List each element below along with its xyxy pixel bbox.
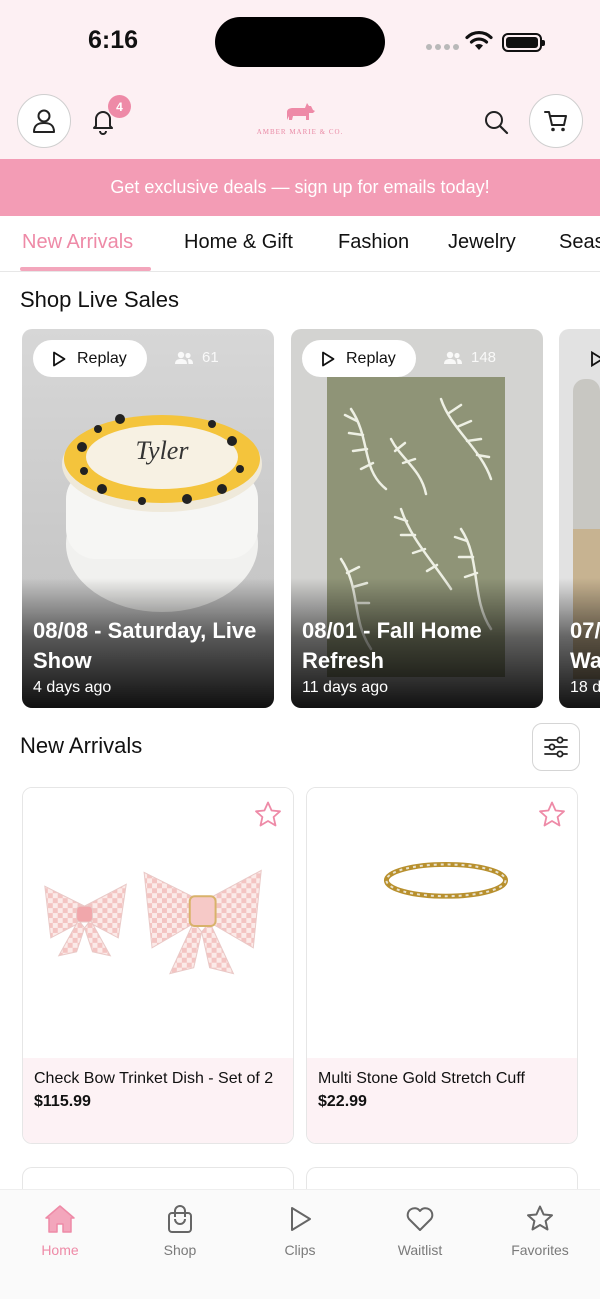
nav-label: Favorites (511, 1242, 569, 1258)
nav-label: Waitlist (397, 1242, 443, 1258)
scottie-dog-icon (287, 103, 315, 120)
play-icon (591, 351, 600, 367)
favorite-star-icon[interactable] (253, 800, 283, 830)
live-sale-card[interactable]: Tyler Replay 61 08/08 - Saturday, Live S… (22, 329, 274, 708)
svg-text:Tyler: Tyler (136, 436, 190, 465)
live-sale-card[interactable]: 07/Wa 18 d (559, 329, 600, 708)
home-icon (45, 1205, 75, 1233)
viewer-count: 61 (174, 349, 219, 366)
nav-home[interactable]: Home (0, 1204, 120, 1258)
product-name: Multi Stone Gold Stretch Cuff (318, 1070, 525, 1087)
cellular-signal-icon (426, 44, 459, 50)
active-tab-indicator (20, 267, 151, 271)
product-card[interactable]: Multi Stone Gold Stretch Cuff $22.99 (306, 787, 578, 1144)
promo-text: Get exclusive deals — sign up for emails… (110, 177, 490, 197)
logo-text: AMBER MARIE & CO. (256, 128, 344, 136)
tab-fashion[interactable]: Fashion (338, 231, 409, 254)
product-name: Check Bow Trinket Dish - Set of 2 (34, 1070, 274, 1087)
viewer-count: 148 (443, 349, 496, 366)
tab-seasonal[interactable]: Seas (559, 231, 600, 254)
replay-label: Replay (77, 349, 127, 367)
cart-icon (544, 111, 567, 132)
viewer-count-text: 148 (471, 349, 497, 366)
tab-jewelry[interactable]: Jewelry (448, 231, 516, 254)
nav-clips[interactable]: Clips (240, 1204, 360, 1258)
bottom-tab-bar: Home Shop Clips Waitlist Favorites (0, 1189, 600, 1299)
product-price: $22.99 (318, 1093, 367, 1110)
nav-favorites[interactable]: Favorites (480, 1204, 600, 1258)
live-sales-heading: Shop Live Sales (20, 287, 179, 312)
tab-new-arrivals[interactable]: New Arrivals (22, 231, 133, 254)
live-sale-card[interactable]: Replay 148 08/01 - Fall Home Refresh 11 … (291, 329, 543, 708)
status-bar: 6:16 (0, 0, 600, 88)
product-card[interactable]: Check Bow Trinket Dish - Set of 2 $115.9… (22, 787, 294, 1144)
search-icon[interactable] (482, 108, 510, 136)
nav-label: Home (41, 1242, 79, 1258)
favorite-star-icon[interactable] (537, 800, 567, 830)
nav-shop[interactable]: Shop (120, 1204, 240, 1258)
play-icon (53, 351, 66, 366)
play-icon (322, 351, 335, 366)
play-icon (291, 1207, 311, 1231)
live-sale-title: 08/08 - Saturday, Live Show (33, 618, 257, 673)
product-info: Multi Stone Gold Stretch Cuff $22.99 (307, 1058, 577, 1143)
people-icon (444, 351, 462, 364)
wifi-icon (465, 30, 493, 50)
sliders-icon (544, 736, 568, 758)
dynamic-island (215, 17, 385, 67)
cart-button[interactable] (529, 94, 583, 148)
nav-label: Clips (284, 1242, 316, 1258)
replay-button[interactable]: Replay (302, 340, 416, 377)
new-arrivals-heading: New Arrivals (20, 733, 143, 758)
live-sale-date: 11 days ago (302, 679, 388, 696)
brand-logo[interactable]: AMBER MARIE & CO. (250, 100, 350, 150)
account-button[interactable] (17, 94, 71, 148)
replay-label: Replay (346, 349, 396, 367)
nav-label: Shop (163, 1242, 197, 1258)
viewer-count-text: 61 (202, 349, 219, 366)
replay-button[interactable]: Replay (33, 340, 147, 377)
user-icon (33, 109, 55, 133)
status-time: 6:16 (88, 26, 139, 54)
category-tabs: New Arrivals Home & Gift Fashion Jewelry… (0, 216, 600, 272)
live-sale-title: 07/Wa (570, 618, 600, 673)
product-info: Check Bow Trinket Dish - Set of 2 $115.9… (23, 1058, 293, 1143)
notification-badge: 4 (108, 95, 131, 118)
app-header: 4 AMBER MARIE & CO. (0, 88, 600, 159)
heart-icon (406, 1207, 434, 1231)
battery-icon (502, 33, 545, 52)
people-icon (175, 351, 193, 364)
product-price: $115.99 (34, 1093, 91, 1110)
live-sale-date: 18 d (570, 679, 600, 696)
live-sale-title: 08/01 - Fall Home Refresh (302, 618, 482, 673)
live-sale-date: 4 days ago (33, 679, 112, 696)
nav-waitlist[interactable]: Waitlist (360, 1204, 480, 1258)
filter-button[interactable] (532, 723, 580, 771)
promo-banner[interactable]: Get exclusive deals — sign up for emails… (0, 159, 600, 216)
shopping-bag-icon (168, 1205, 192, 1233)
tab-home-gift[interactable]: Home & Gift (184, 231, 293, 254)
star-icon (527, 1205, 553, 1231)
